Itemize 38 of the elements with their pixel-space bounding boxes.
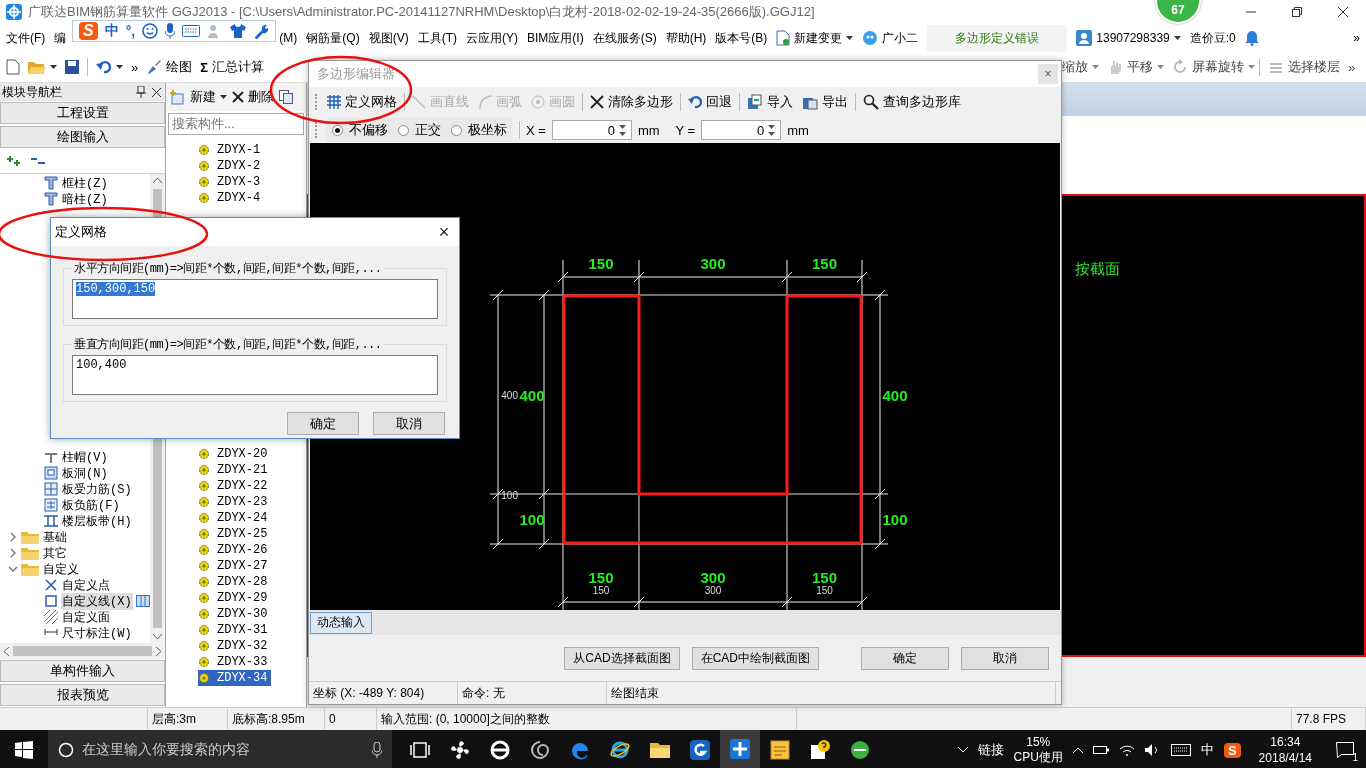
dimension-label: 300: [700, 255, 726, 272]
status-message: 多边形定义错误: [927, 24, 1068, 52]
status-text: 输入范围: (0, 10000]之间的整数: [381, 710, 550, 728]
field-label: Y =: [675, 122, 696, 138]
field-label: X =: [526, 122, 546, 138]
status-text: 命令: 无: [462, 684, 505, 702]
canvas-text: 按截面: [1075, 260, 1120, 279]
window-title: 多边形编辑器: [317, 65, 395, 83]
dimension-label: 400: [882, 387, 908, 404]
dimension-label: 150: [812, 255, 837, 272]
dimension-label: 300: [700, 569, 726, 586]
status-text: 底标高:8.95m: [232, 710, 305, 728]
dimension-label: 400: [519, 387, 545, 404]
status-text: 绘图结束: [611, 684, 659, 702]
sigma-icon: Σ: [200, 59, 209, 75]
dimension-label: 100: [519, 511, 545, 528]
dimension-label: 400: [501, 390, 518, 401]
dimension-label: 100: [501, 490, 518, 501]
status-text: 0: [329, 712, 336, 726]
status-text: 层高:3m: [152, 710, 196, 728]
dimension-label: 150: [592, 585, 610, 596]
dimension-label: 150: [588, 255, 614, 272]
panel-title: 模块导航栏: [2, 83, 62, 101]
unit-label: mm: [787, 122, 809, 138]
status-text: 坐标 (X: -489 Y: 804): [313, 684, 425, 702]
status-text: 77.8 FPS: [1296, 712, 1347, 726]
window-title: 广联达BIM钢筋算量软件 GGJ2013 - [C:\Users\Administrator.PC-20141127NRHM\Desktop\白龙村-2018-02-02-19-24-35(2666版).GGJ12]: [28, 3, 815, 21]
cpu-label: CPU使用: [1013, 750, 1063, 765]
cpu-value: 15%: [1026, 735, 1051, 750]
dialog-title: 定义网格: [55, 223, 107, 241]
credits-label: 造价豆:0: [1189, 29, 1236, 47]
dimension-label: 100: [882, 511, 908, 528]
dimension-label: 300: [704, 585, 722, 596]
unit-label: mm: [637, 122, 660, 138]
dimension-label: 150: [816, 585, 833, 596]
dimension-label: 150: [588, 569, 614, 586]
notification-count: 1: [1352, 752, 1358, 763]
dimension-label: 150: [812, 569, 837, 586]
